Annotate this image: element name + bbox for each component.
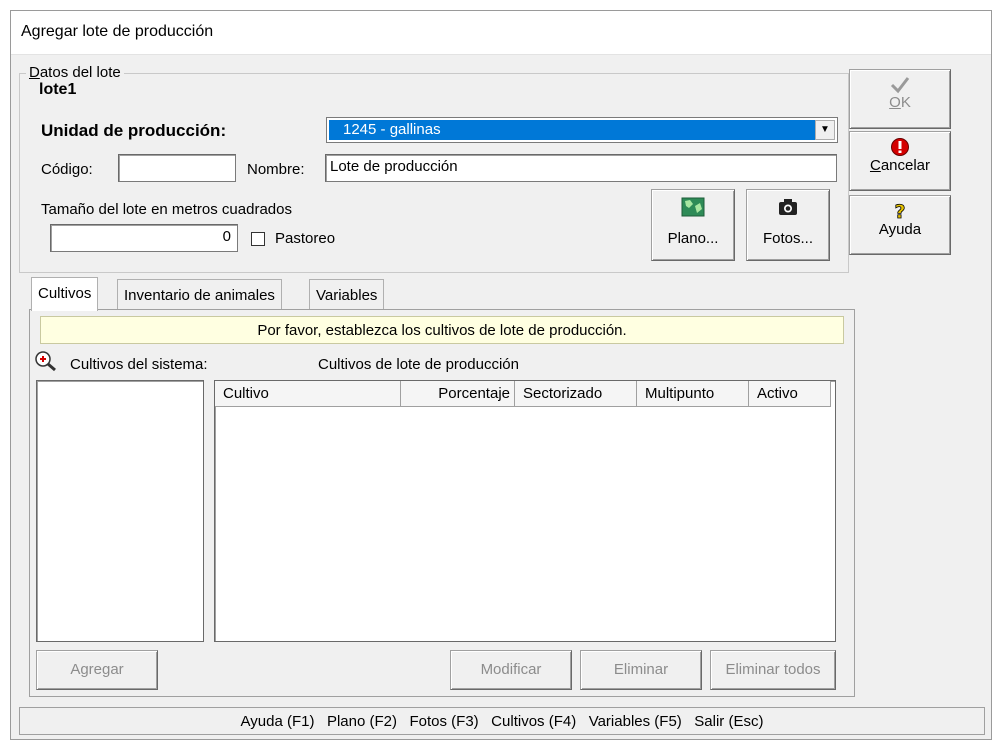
question-icon: ? [894,201,906,221]
photos-button-label: Fotos... [762,230,814,247]
help-button-label: Ayuda [878,221,922,238]
grazing-label: Pastoreo [275,230,336,247]
status-bar: Ayuda (F1) Plano (F2) Fotos (F3) Cultivo… [19,707,985,735]
ok-button[interactable]: OK [849,69,951,129]
lot-crops-table[interactable]: Cultivo Porcentaje Sectorizado Multipunt… [214,380,836,642]
notice-banner: Por favor, establezca los cultivos de lo… [40,316,844,344]
photos-button[interactable]: Fotos... [746,189,830,261]
svg-text:?: ? [894,201,905,221]
code-label: Código: [41,161,93,178]
chevron-down-icon[interactable]: ▼ [815,120,835,140]
cancel-button-label: Cancelar [869,157,931,174]
delete-button[interactable]: Eliminar [580,650,702,690]
unit-selected-value: 1245 - gallinas [329,120,815,140]
delete-all-button[interactable]: Eliminar todos [710,650,836,690]
tab-inventario[interactable]: Inventario de animales [117,279,282,311]
plan-button[interactable]: Plano... [651,189,735,261]
column-header-porcentaje[interactable]: Porcentaje [401,381,515,407]
cancel-button[interactable]: Cancelar [849,131,951,191]
name-input[interactable]: Lote de producción [325,154,837,182]
code-input[interactable] [118,154,236,182]
system-crops-list[interactable] [36,380,204,642]
title-bar[interactable]: Agregar lote de producción [11,11,991,55]
checkmark-icon [890,77,910,94]
dialog-window: Agregar lote de producción Datos del lot… [10,10,992,740]
unit-label: Unidad de producción: [41,121,227,140]
zoom-in-icon[interactable] [34,350,60,372]
lot-name: lote1 [39,81,77,98]
lot-crops-label: Cultivos de lote de producción [318,356,519,373]
size-input[interactable]: 0 [50,224,238,252]
crops-tab-panel: Por favor, establezca los cultivos de lo… [29,309,855,697]
cancel-button-label-rest: ancelar [880,157,931,174]
help-button[interactable]: ? Ayuda [849,195,951,255]
modify-button[interactable]: Modificar [450,650,572,690]
tab-cultivos[interactable]: Cultivos [31,277,99,311]
lot-data-legend: Datos del lote [26,64,124,81]
column-header-sectorizado[interactable]: Sectorizado [515,381,637,407]
camera-icon [779,199,797,215]
system-crops-label: Cultivos del sistema: [70,356,208,373]
map-icon [681,197,705,217]
column-header-cultivo[interactable]: Cultivo [215,381,401,407]
size-label: Tamaño del lote en metros cuadrados [41,201,292,218]
ok-button-label: OK [889,94,911,111]
unit-select[interactable]: 1245 - gallinas ▼ [326,117,838,143]
ok-button-label-rest: K [900,94,911,111]
window-title: Agregar lote de producción [21,23,214,40]
tab-variables[interactable]: Variables [309,279,385,311]
lot-data-legend-text: atos del lote [39,64,121,81]
plan-button-label: Plano... [667,230,719,247]
grazing-checkbox[interactable] [251,232,265,246]
column-header-multipunto[interactable]: Multipunto [637,381,749,407]
stop-icon [891,138,909,156]
add-button[interactable]: Agregar [36,650,158,690]
name-label: Nombre: [247,161,305,178]
column-header-activo[interactable]: Activo [749,381,831,407]
